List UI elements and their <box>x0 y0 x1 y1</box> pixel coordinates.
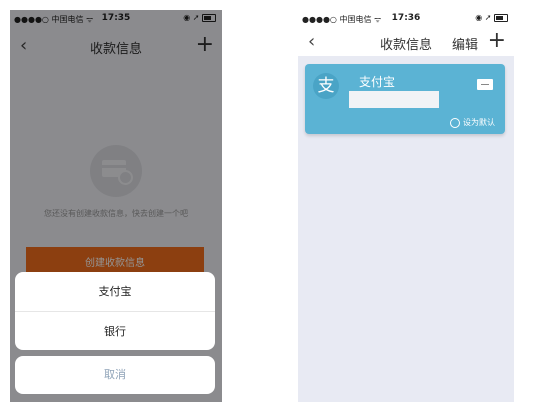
status-icons-text: ◉ ➚ <box>475 13 492 22</box>
nav-bar: ‹ 收款信息 编辑 + <box>298 24 514 60</box>
account-type-label: 支付宝 <box>359 75 396 89</box>
phone-screen-action-sheet: ●●●●○ 中国电信 ᯤ 17:35 ◉ ➚ ‹ 收款信息 + 您还没有创建收款… <box>10 10 222 402</box>
status-icons: ◉ ➚ <box>475 13 508 22</box>
set-default-toggle[interactable]: 设为默认 <box>450 117 495 128</box>
phone-screen-account-list: ●●●●○ 中国电信 ᯤ 17:36 ◉ ➚ ‹ 收款信息 编辑 + 支 支付宝… <box>298 10 514 402</box>
edit-button[interactable]: 编辑 <box>452 34 478 53</box>
alipay-account-card[interactable]: 支 支付宝 设为默认 <box>305 64 505 134</box>
account-number-redacted <box>349 91 439 108</box>
page-title: 收款信息 <box>379 38 432 53</box>
set-default-label: 设为默认 <box>463 118 495 127</box>
account-tag-icon <box>477 79 493 90</box>
add-button[interactable]: + <box>488 26 506 56</box>
action-sheet: 支付宝 银行 <box>15 272 215 350</box>
battery-icon <box>494 13 508 22</box>
cancel-button[interactable]: 取消 <box>15 356 215 394</box>
radio-icon <box>450 117 460 128</box>
alipay-logo-icon: 支 <box>313 73 339 99</box>
option-alipay[interactable]: 支付宝 <box>15 272 215 311</box>
option-bank[interactable]: 银行 <box>15 311 215 350</box>
